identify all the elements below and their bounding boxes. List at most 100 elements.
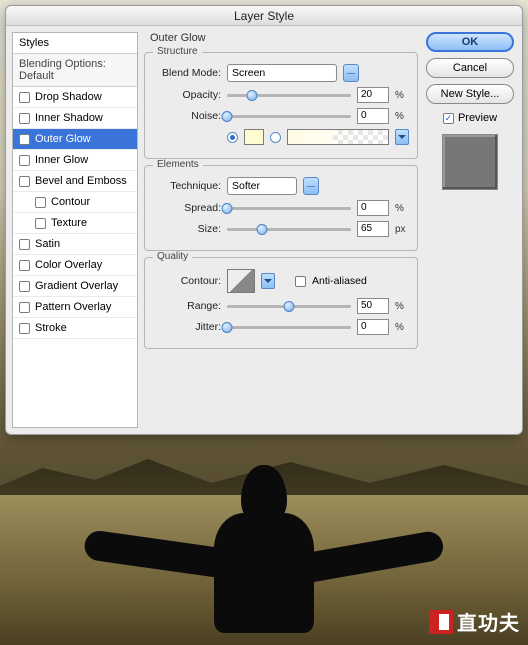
style-checkbox[interactable] [35, 218, 46, 229]
style-row-contour[interactable]: Contour [13, 192, 137, 213]
size-slider[interactable] [227, 223, 351, 235]
noise-slider[interactable] [227, 110, 351, 122]
size-label: Size: [153, 223, 221, 235]
structure-group: Structure Blend Mode: Screen Opacity: 20… [144, 52, 418, 159]
jitter-unit: % [395, 322, 409, 333]
style-label: Stroke [35, 322, 67, 334]
spread-slider[interactable] [227, 202, 351, 214]
opacity-unit: % [395, 90, 409, 101]
elements-group: Elements Technique: Softer Spread: 0 % S… [144, 165, 418, 251]
style-checkbox[interactable] [19, 155, 30, 166]
size-unit: px [395, 224, 409, 235]
style-label: Color Overlay [35, 259, 102, 271]
dialog-buttons: OK Cancel New Style... Preview [424, 32, 516, 428]
style-label: Drop Shadow [35, 91, 102, 103]
style-label: Gradient Overlay [35, 280, 118, 292]
settings-panel: Outer Glow Structure Blend Mode: Screen … [144, 32, 418, 428]
structure-legend: Structure [153, 46, 202, 57]
styles-header[interactable]: Styles [13, 33, 137, 54]
blend-mode-label: Blend Mode: [153, 67, 221, 79]
opacity-label: Opacity: [153, 89, 221, 101]
style-checkbox[interactable] [35, 197, 46, 208]
glow-color-radio[interactable] [227, 132, 238, 143]
technique-stepper[interactable] [303, 177, 319, 195]
brand-logo: 直功夫 [429, 607, 520, 636]
style-row-color-overlay[interactable]: Color Overlay [13, 255, 137, 276]
style-label: Inner Glow [35, 154, 88, 166]
quality-legend: Quality [153, 251, 192, 262]
style-label: Inner Shadow [35, 112, 103, 124]
dialog-title: Layer Style [6, 6, 522, 26]
elements-legend: Elements [153, 159, 203, 170]
layer-style-dialog: Layer Style Styles Blending Options: Def… [5, 5, 523, 435]
style-row-pattern-overlay[interactable]: Pattern Overlay [13, 297, 137, 318]
jitter-slider[interactable] [227, 321, 351, 333]
style-label: Satin [35, 238, 60, 250]
opacity-input[interactable]: 20 [357, 87, 389, 103]
quality-group: Quality Contour: Anti-aliased Range: 50 … [144, 257, 418, 349]
canvas-figure [84, 465, 444, 635]
glow-gradient-dropdown[interactable] [395, 129, 409, 145]
style-row-gradient-overlay[interactable]: Gradient Overlay [13, 276, 137, 297]
style-label: Pattern Overlay [35, 301, 111, 313]
style-checkbox[interactable] [19, 176, 30, 187]
blend-mode-stepper[interactable] [343, 64, 359, 82]
anti-aliased-checkbox[interactable] [295, 276, 306, 287]
spread-unit: % [395, 203, 409, 214]
styles-list: Styles Blending Options: Default Drop Sh… [12, 32, 138, 428]
style-row-bevel-and-emboss[interactable]: Bevel and Emboss [13, 171, 137, 192]
contour-dropdown[interactable] [261, 273, 275, 289]
style-checkbox[interactable] [19, 239, 30, 250]
noise-unit: % [395, 111, 409, 122]
style-row-inner-glow[interactable]: Inner Glow [13, 150, 137, 171]
anti-aliased-label: Anti-aliased [312, 275, 367, 287]
style-row-satin[interactable]: Satin [13, 234, 137, 255]
contour-label: Contour: [153, 275, 221, 287]
noise-label: Noise: [153, 110, 221, 122]
style-row-texture[interactable]: Texture [13, 213, 137, 234]
contour-swatch[interactable] [227, 269, 255, 293]
preview-swatch [442, 134, 498, 190]
technique-select[interactable]: Softer [227, 177, 297, 195]
jitter-label: Jitter: [153, 321, 221, 333]
size-input[interactable]: 65 [357, 221, 389, 237]
style-checkbox[interactable] [19, 323, 30, 334]
glow-gradient-bar[interactable] [287, 129, 389, 145]
style-label: Bevel and Emboss [35, 175, 127, 187]
style-checkbox[interactable] [19, 92, 30, 103]
style-row-drop-shadow[interactable]: Drop Shadow [13, 87, 137, 108]
brand-text: 直功夫 [457, 607, 520, 636]
range-input[interactable]: 50 [357, 298, 389, 314]
style-checkbox[interactable] [19, 113, 30, 124]
range-slider[interactable] [227, 300, 351, 312]
technique-label: Technique: [153, 180, 221, 192]
style-label: Texture [51, 217, 87, 229]
opacity-slider[interactable] [227, 89, 351, 101]
panel-title: Outer Glow [144, 32, 418, 46]
ok-button[interactable]: OK [426, 32, 514, 52]
spread-label: Spread: [153, 202, 221, 214]
preview-label: Preview [458, 112, 497, 124]
blending-options-row[interactable]: Blending Options: Default [13, 54, 137, 87]
style-checkbox[interactable] [19, 281, 30, 292]
noise-input[interactable]: 0 [357, 108, 389, 124]
style-label: Contour [51, 196, 90, 208]
brand-icon [429, 610, 453, 634]
range-unit: % [395, 301, 409, 312]
style-checkbox[interactable] [19, 134, 30, 145]
spread-input[interactable]: 0 [357, 200, 389, 216]
preview-checkbox[interactable] [443, 113, 454, 124]
cancel-button[interactable]: Cancel [426, 58, 514, 78]
blend-mode-select[interactable]: Screen [227, 64, 337, 82]
new-style-button[interactable]: New Style... [426, 84, 514, 104]
glow-color-swatch[interactable] [244, 129, 264, 145]
glow-gradient-radio[interactable] [270, 132, 281, 143]
style-checkbox[interactable] [19, 260, 30, 271]
style-label: Outer Glow [35, 133, 91, 145]
style-checkbox[interactable] [19, 302, 30, 313]
jitter-input[interactable]: 0 [357, 319, 389, 335]
style-row-stroke[interactable]: Stroke [13, 318, 137, 339]
style-row-outer-glow[interactable]: Outer Glow [13, 129, 137, 150]
range-label: Range: [153, 300, 221, 312]
style-row-inner-shadow[interactable]: Inner Shadow [13, 108, 137, 129]
